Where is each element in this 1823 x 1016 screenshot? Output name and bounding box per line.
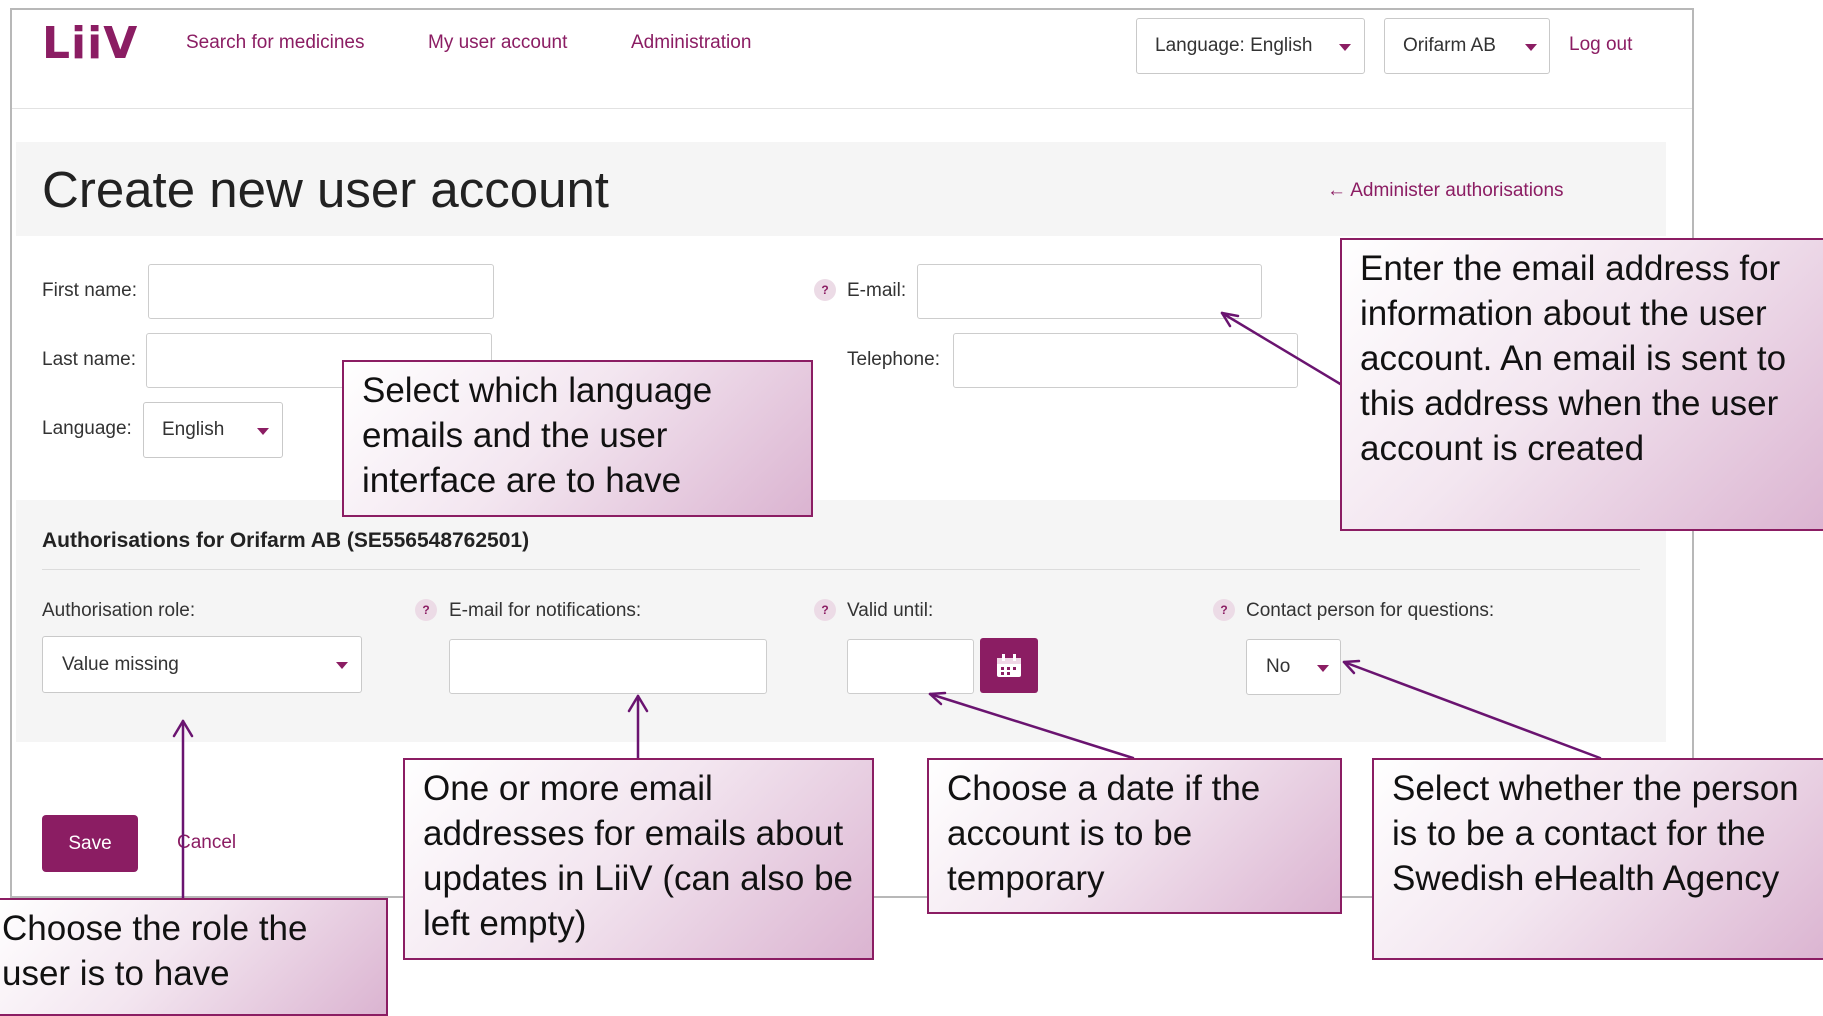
callout-contact: Select whether the person is to be a con… xyxy=(1372,758,1823,960)
notify-help-icon[interactable]: ? xyxy=(415,599,437,621)
telephone-input[interactable] xyxy=(953,333,1298,388)
last-name-label: Last name: xyxy=(42,349,136,370)
organisation-dropdown-label: Orifarm AB xyxy=(1403,35,1496,56)
authorisation-role-label: Authorisation role: xyxy=(42,600,196,621)
valid-until-help-icon[interactable]: ? xyxy=(814,599,836,621)
callout-notify: One or more email addresses for emails a… xyxy=(403,758,874,960)
callout-email: Enter the email address for information … xyxy=(1340,238,1823,531)
logout-link[interactable]: Log out xyxy=(1569,34,1632,56)
email-help-icon[interactable]: ? xyxy=(814,279,836,301)
first-name-label: First name: xyxy=(42,280,138,301)
liiv-logo[interactable]: LiiV xyxy=(42,18,138,69)
chevron-down-icon xyxy=(336,662,348,669)
notification-email-label: E-mail for notifications: xyxy=(449,600,642,621)
language-select-value: English xyxy=(162,419,225,440)
valid-until-label: Valid until: xyxy=(847,600,934,621)
authorisations-heading: Authorisations for Orifarm AB (SE5565487… xyxy=(42,529,530,552)
language-label: Language: xyxy=(42,418,132,439)
calendar-icon xyxy=(997,653,1021,677)
nav-administration[interactable]: Administration xyxy=(631,32,751,54)
page-title: Create new user account xyxy=(42,161,609,218)
calendar-button[interactable] xyxy=(980,638,1038,693)
chevron-down-icon xyxy=(257,428,269,435)
valid-until-input[interactable] xyxy=(847,639,974,694)
email-label: E-mail: xyxy=(847,280,907,301)
header-divider xyxy=(12,108,1692,109)
first-name-input[interactable] xyxy=(148,264,494,319)
notification-email-input[interactable] xyxy=(449,639,767,694)
callout-role: Choose the role the user is to have xyxy=(0,898,388,1016)
contact-help-icon[interactable]: ? xyxy=(1213,599,1235,621)
contact-person-value: No xyxy=(1266,656,1291,677)
authorisations-divider xyxy=(42,569,1640,570)
contact-person-select[interactable]: No xyxy=(1246,639,1341,695)
nav-search-medicines[interactable]: Search for medicines xyxy=(186,32,364,54)
administer-authorisations-link[interactable]: ← Administer authorisations xyxy=(1327,180,1564,202)
contact-person-label: Contact person for questions: xyxy=(1246,600,1495,621)
email-input[interactable] xyxy=(917,264,1262,319)
callout-valid-until: Choose a date if the account is to be te… xyxy=(927,758,1342,914)
save-button[interactable]: Save xyxy=(42,815,138,872)
authorisation-role-select[interactable]: Value missing xyxy=(42,636,362,693)
nav-my-user-account[interactable]: My user account xyxy=(428,32,567,54)
language-select[interactable]: English xyxy=(143,402,283,458)
organisation-dropdown[interactable]: Orifarm AB xyxy=(1384,18,1550,74)
chevron-down-icon xyxy=(1317,665,1329,672)
chevron-down-icon xyxy=(1339,44,1351,51)
language-dropdown[interactable]: Language: English xyxy=(1136,18,1365,74)
callout-language: Select which language emails and the use… xyxy=(342,360,813,517)
authorisation-role-value: Value missing xyxy=(62,653,179,675)
cancel-link[interactable]: Cancel xyxy=(177,832,236,854)
language-dropdown-label: Language: English xyxy=(1155,35,1313,56)
chevron-down-icon xyxy=(1525,44,1537,51)
telephone-label: Telephone: xyxy=(847,349,940,370)
